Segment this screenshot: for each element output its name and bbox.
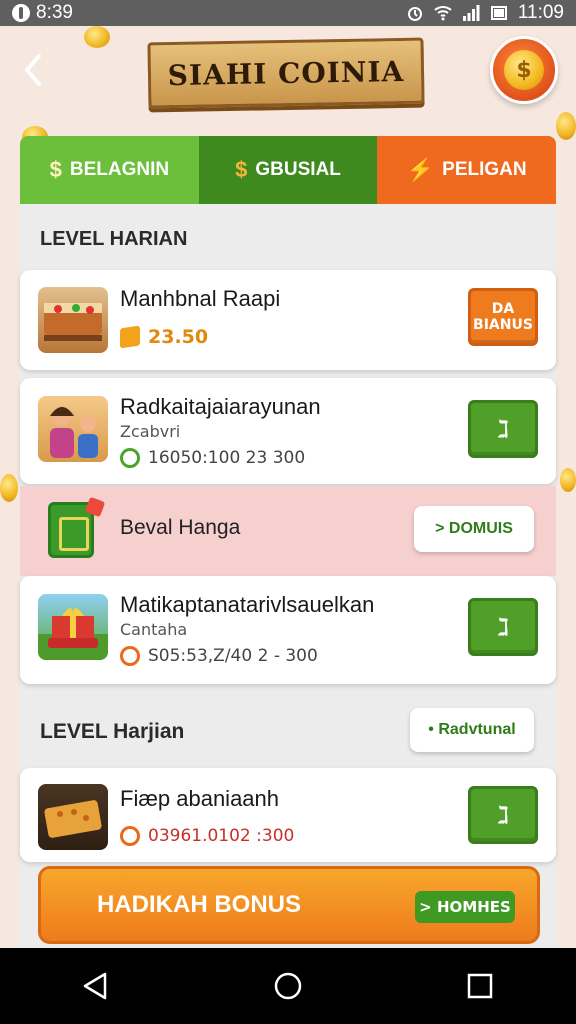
promo-row: Beval Hanga > DOMUIS [20, 486, 556, 576]
decorative-coin-icon [560, 468, 576, 492]
square-recents-icon [467, 973, 493, 999]
item-name: Radkaitajaiarayunan [120, 394, 321, 419]
list-item: Manhbnal Raapi 23.50 DA BIANUS [20, 270, 556, 370]
arrow-action-icon: ℷ [497, 801, 509, 829]
item-meta: 03961.0102 :300 [120, 826, 294, 846]
list-item: Radkaitajaiarayunan Zcabvri 16050:100 23… [20, 378, 556, 484]
tab-belagnin[interactable]: $ BELAGNIN [20, 136, 199, 204]
dollar-icon: $ [49, 157, 62, 182]
arrow-action-icon: ℷ [497, 613, 509, 641]
triangle-back-icon [83, 972, 107, 1000]
coin-stack-icon: $ [504, 50, 544, 90]
circle-home-icon [274, 972, 302, 1000]
nav-back-button[interactable] [66, 956, 126, 1016]
coin-bag-icon: $ [235, 157, 248, 182]
status-bar: 8:39 11:09 [0, 0, 576, 26]
nav-home-button[interactable] [258, 956, 318, 1016]
claim-button[interactable]: ℷ [468, 598, 538, 656]
check-circle-icon [120, 448, 140, 468]
decorative-coin-icon [556, 112, 576, 140]
bonus-banner-button[interactable]: HADIKAH BONUS > HOMHES [38, 866, 540, 944]
button-line: BIANUS [473, 317, 533, 333]
signal-icon [462, 5, 480, 21]
chevron-left-icon [24, 54, 41, 86]
tab-label: BELAGNIN [69, 159, 170, 180]
section-title-level-harian: LEVEL HARIAN [40, 228, 188, 250]
list-item: Matikaptanatarivlsauelkan Cantaha S05:53… [20, 576, 556, 684]
cube-icon [120, 325, 140, 349]
bonus-pill-button[interactable]: > HOMHES [415, 891, 515, 923]
item-subtitle: Cantaha [120, 620, 188, 639]
arrow-action-icon: ℷ [497, 415, 509, 443]
nav-recents-button[interactable] [450, 956, 510, 1016]
alarm-icon [407, 7, 422, 21]
item-name: Matikaptanatarivlsauelkan [120, 592, 375, 617]
coin-icon [120, 646, 140, 666]
claim-button[interactable]: ℷ [468, 400, 538, 458]
title-wooden-sign: SIAHI COINIA [147, 37, 425, 109]
item-value: 23.50 [148, 326, 209, 348]
tab-label: PELIGAN [442, 159, 527, 180]
decorative-coin-icon [0, 474, 18, 502]
coin-shop-button[interactable]: $ [490, 36, 558, 104]
app-notification-icon [12, 4, 30, 22]
item-meta: S05:53,Z/40 2 - 300 [120, 646, 318, 666]
item-name: Fiæp abaniaanh [120, 786, 280, 811]
tab-gbusial[interactable]: $ GBUSIAL [198, 136, 378, 204]
button-line: DA [491, 301, 515, 317]
claim-button[interactable]: ℷ [468, 786, 538, 844]
tab-bar: $ BELAGNIN $ GBUSIAL ⚡ PELIGAN [20, 136, 556, 204]
section-action-button[interactable]: • Radvtunal [410, 708, 534, 752]
wallet-icon [48, 502, 94, 558]
item-name: Manhbnal Raapi [120, 286, 281, 311]
bonus-button[interactable]: DA BIANUS [468, 288, 538, 346]
item-value: 03961.0102 :300 [148, 826, 295, 846]
item-subtitle: Zcabvri [120, 422, 181, 441]
page-title: SIAHI COINIA [167, 54, 405, 92]
item-meta: 23.50 [120, 325, 209, 349]
section-title-level-harjian: LEVEL Harjian [40, 720, 185, 743]
snack-thumbnail-icon [38, 784, 108, 850]
status-left-text: 8:39 [36, 2, 73, 23]
lightning-icon: ⚡ [406, 157, 435, 182]
coin-icon [120, 826, 140, 846]
bonus-label: HADIKAH BONUS [97, 891, 301, 918]
battery-icon [490, 6, 507, 20]
tab-peligan[interactable]: ⚡ PELIGAN [377, 136, 556, 204]
back-button[interactable] [16, 52, 52, 92]
promo-button[interactable]: > DOMUIS [414, 506, 534, 552]
system-nav-bar [0, 948, 576, 1024]
family-thumbnail-icon [38, 396, 108, 462]
item-value: S05:53,Z/40 2 - 300 [148, 646, 318, 666]
gift-thumbnail-icon [38, 594, 108, 660]
tab-label: GBUSIAL [255, 159, 341, 180]
decorative-coin-icon [84, 26, 110, 48]
list-item: Fiæp abaniaanh 03961.0102 :300 ℷ [20, 768, 556, 862]
wifi-icon [434, 6, 452, 21]
item-value: 16050:100 23 300 [148, 448, 306, 468]
item-meta: 16050:100 23 300 [120, 448, 305, 468]
status-time: 11:09 [517, 2, 564, 23]
food-thumbnail-icon [38, 287, 108, 353]
promo-label: Beval Hanga [120, 516, 241, 539]
